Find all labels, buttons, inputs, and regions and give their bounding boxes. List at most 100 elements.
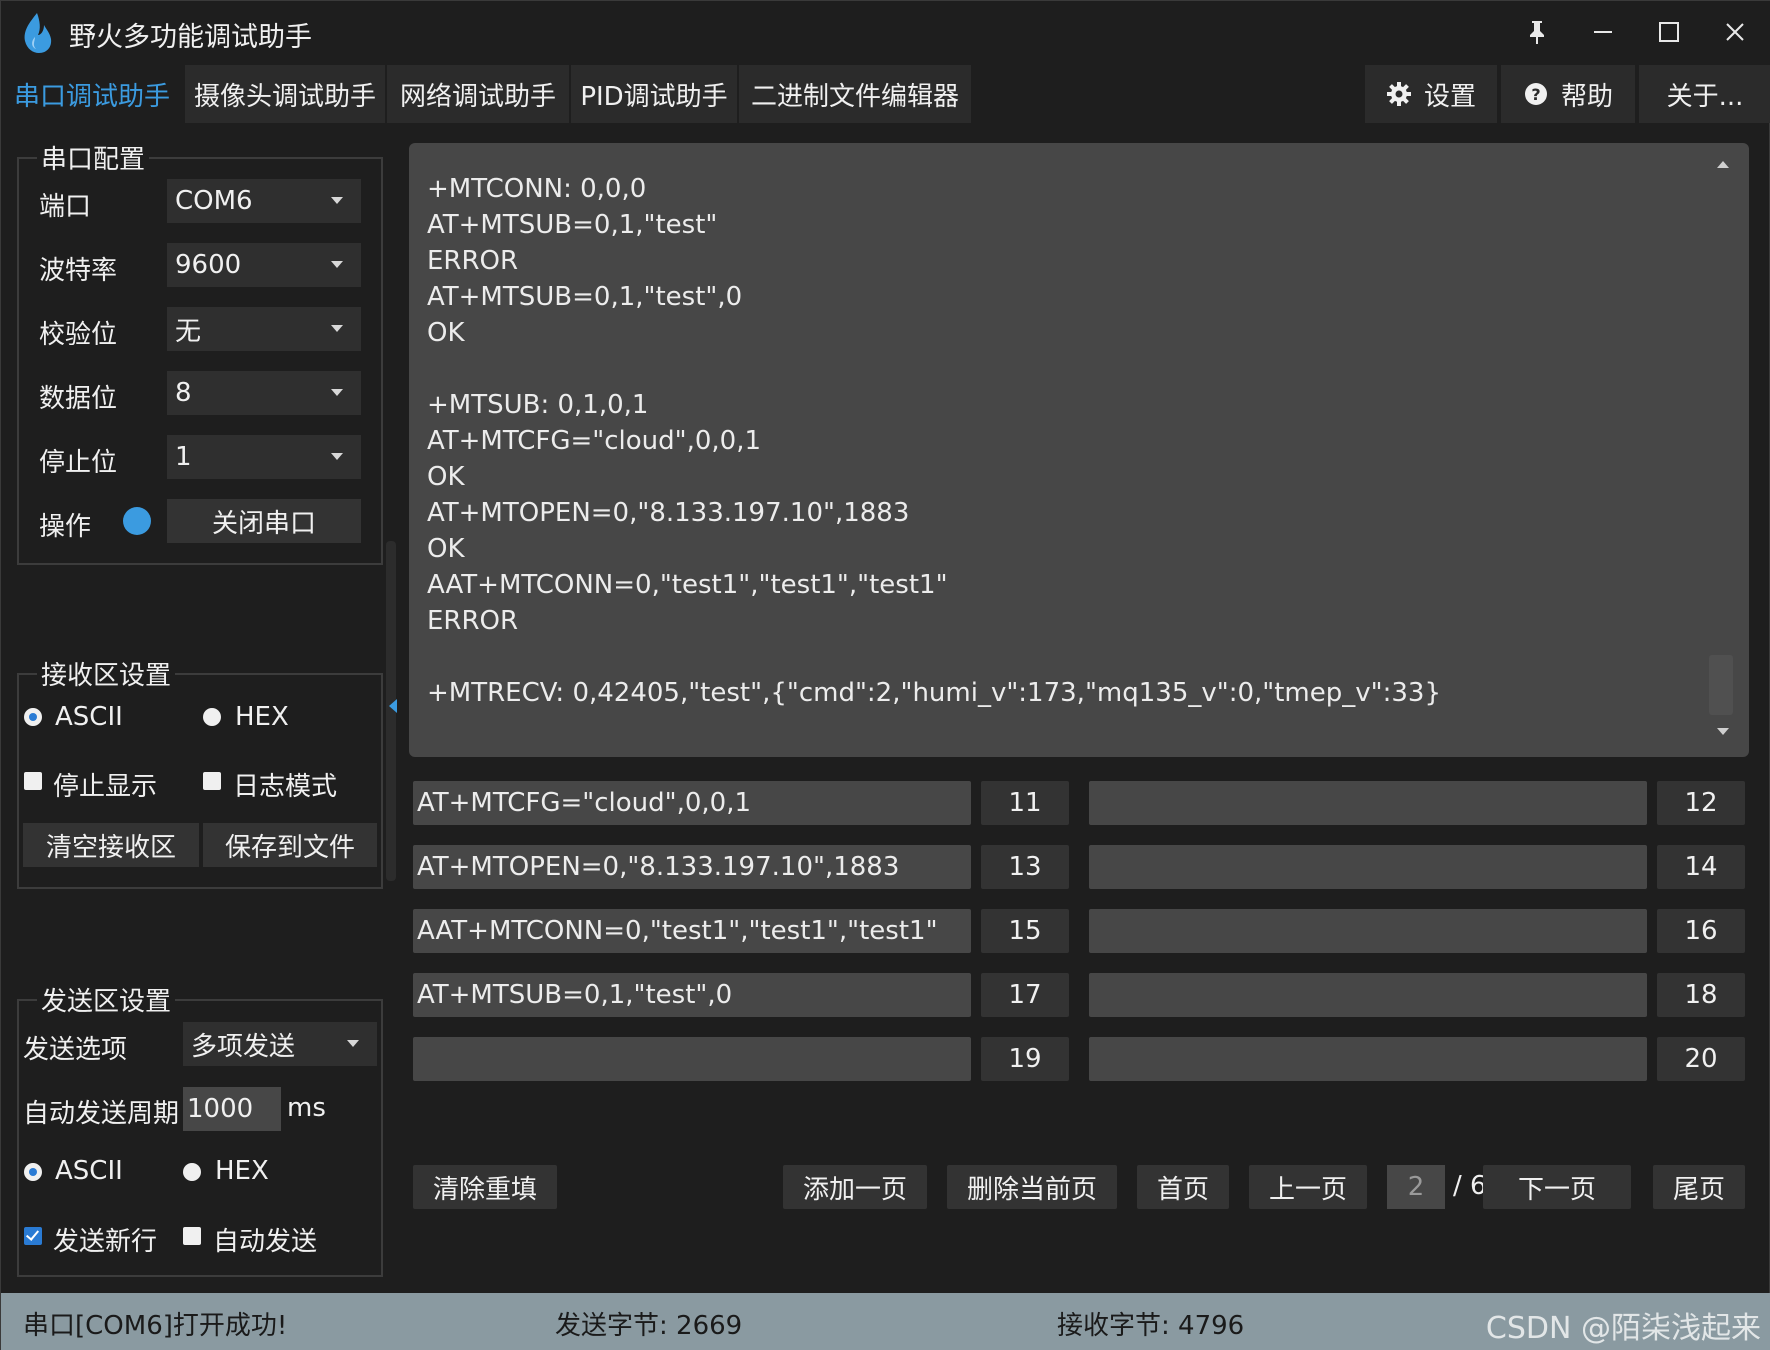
save-to-file-button[interactable]: 保存到文件 — [203, 823, 377, 867]
received-bytes: 接收字节: 4796 — [1057, 1311, 1245, 1341]
status-message: 串口[COM6]打开成功! — [23, 1311, 288, 1341]
send-button-16[interactable]: 16 — [1657, 909, 1745, 953]
first-page-button[interactable]: 首页 — [1137, 1165, 1229, 1209]
send-button-17[interactable]: 17 — [981, 973, 1069, 1017]
receive-text: +MTCONN: 0,0,0 AT+MTSUB=0,1,"test" ERROR… — [427, 174, 1441, 708]
stopbits-value: 1 — [175, 442, 192, 472]
baud-label: 波特率 — [39, 256, 118, 286]
send-button-15[interactable]: 15 — [981, 909, 1069, 953]
send-option-value: 多项发送 — [191, 1031, 296, 1062]
stopbits-select[interactable]: 1 — [167, 435, 361, 479]
serial-config-title: 串口配置 — [37, 139, 150, 176]
port-value: COM6 — [175, 186, 253, 216]
scrollbar-thumb[interactable] — [1709, 655, 1733, 715]
settings-button[interactable]: 设置 — [1365, 65, 1497, 123]
close-icon — [1726, 23, 1744, 41]
flame-logo-icon — [24, 13, 52, 53]
send-input-12[interactable] — [1089, 781, 1647, 825]
parity-label: 校验位 — [39, 320, 118, 350]
send-button-20[interactable]: 20 — [1657, 1037, 1745, 1081]
tab-pid[interactable]: PID调试助手 — [571, 65, 737, 123]
receive-ascii-label: ASCII — [55, 702, 123, 732]
send-hex-radio[interactable] — [183, 1163, 201, 1181]
send-input-17[interactable]: AT+MTSUB=0,1,"test",0 — [413, 973, 971, 1017]
maximize-icon — [1659, 22, 1679, 42]
send-ascii-label: ASCII — [55, 1156, 123, 1186]
parity-value: 无 — [175, 316, 202, 347]
csdn-watermark: CSDN @陌柒浅起来 — [1485, 1311, 1761, 1346]
receive-settings-title: 接收区设置 — [37, 655, 176, 692]
send-button-14[interactable]: 14 — [1657, 845, 1745, 889]
next-page-button[interactable]: 下一页 — [1483, 1165, 1631, 1209]
port-status-led — [123, 507, 151, 535]
databits-select[interactable]: 8 — [167, 371, 361, 415]
send-hex-label: HEX — [215, 1156, 269, 1186]
page-number-input[interactable]: 2 — [1387, 1165, 1445, 1209]
send-input-19[interactable] — [413, 1037, 971, 1081]
send-input-20[interactable] — [1089, 1037, 1647, 1081]
send-ascii-radio[interactable] — [24, 1163, 42, 1181]
receive-area[interactable]: +MTCONN: 0,0,0 AT+MTSUB=0,1,"test" ERROR… — [409, 143, 1749, 757]
title-bar: 野火多功能调试助手 — [1, 1, 1770, 63]
parity-select[interactable]: 无 — [167, 307, 361, 351]
close-port-button[interactable]: 关闭串口 — [167, 499, 361, 543]
send-option-select[interactable]: 多项发送 — [183, 1022, 377, 1066]
auto-send-label: 自动发送 — [213, 1227, 318, 1257]
send-settings-title: 发送区设置 — [37, 981, 176, 1018]
receive-ascii-radio[interactable] — [24, 708, 42, 726]
chevron-down-icon — [331, 453, 343, 460]
stop-display-checkbox[interactable] — [24, 772, 42, 790]
tab-bar: 串口调试助手 摄像头调试助手 网络调试助手 PID调试助手 二进制文件编辑器 设… — [1, 63, 1770, 123]
tab-binary-editor[interactable]: 二进制文件编辑器 — [739, 65, 971, 123]
stopbits-label: 停止位 — [39, 448, 118, 478]
send-button-11[interactable]: 11 — [981, 781, 1069, 825]
baud-select[interactable]: 9600 — [167, 243, 361, 287]
minimize-button[interactable] — [1575, 9, 1631, 55]
tab-camera[interactable]: 摄像头调试助手 — [185, 65, 385, 123]
send-input-16[interactable] — [1089, 909, 1647, 953]
close-button[interactable] — [1707, 9, 1763, 55]
add-page-button[interactable]: 添加一页 — [783, 1165, 927, 1209]
port-label: 端口 — [39, 192, 92, 222]
minimize-icon — [1594, 31, 1612, 33]
prev-page-button[interactable]: 上一页 — [1249, 1165, 1367, 1209]
send-button-19[interactable]: 19 — [981, 1037, 1069, 1081]
send-input-14[interactable] — [1089, 845, 1647, 889]
send-input-13[interactable]: AT+MTOPEN=0,"8.133.197.10",1883 — [413, 845, 971, 889]
collapse-arrow-icon[interactable] — [389, 699, 397, 713]
scroll-up-icon[interactable] — [1717, 161, 1729, 168]
auto-send-checkbox[interactable] — [183, 1227, 201, 1245]
help-label: 帮助 — [1560, 81, 1613, 112]
tab-network[interactable]: 网络调试助手 — [387, 65, 569, 123]
send-input-15[interactable]: AAT+MTCONN=0,"test1","test1","test1" — [413, 909, 971, 953]
send-button-18[interactable]: 18 — [1657, 973, 1745, 1017]
scroll-down-icon[interactable] — [1717, 728, 1729, 735]
send-input-11[interactable]: AT+MTCFG="cloud",0,0,1 — [413, 781, 971, 825]
chevron-down-icon — [347, 1040, 359, 1047]
send-input-18[interactable] — [1089, 973, 1647, 1017]
last-page-button[interactable]: 尾页 — [1653, 1165, 1745, 1209]
send-button-13[interactable]: 13 — [981, 845, 1069, 889]
delete-page-button[interactable]: 删除当前页 — [947, 1165, 1117, 1209]
receive-hex-radio[interactable] — [203, 708, 221, 726]
help-button[interactable]: ? 帮助 — [1501, 65, 1635, 123]
send-newline-checkbox[interactable] — [24, 1227, 42, 1245]
pin-button[interactable] — [1509, 9, 1565, 55]
sent-bytes: 发送字节: 2669 — [555, 1311, 743, 1341]
auto-period-input[interactable]: 1000 — [183, 1087, 281, 1131]
maximize-button[interactable] — [1641, 9, 1697, 55]
clear-receive-button[interactable]: 清空接收区 — [23, 823, 199, 867]
about-button[interactable]: 关于... — [1639, 65, 1770, 123]
chevron-down-icon — [331, 389, 343, 396]
baud-value: 9600 — [175, 250, 242, 280]
log-mode-checkbox[interactable] — [203, 772, 221, 790]
app-window: 野火多功能调试助手 串口调试助手 摄像头调试助手 网络调试助手 PID调试助手 … — [0, 0, 1770, 1350]
status-bar: 串口[COM6]打开成功! 发送字节: 2669 接收字节: 4796 CSDN… — [1, 1293, 1770, 1350]
svg-text:?: ? — [1531, 85, 1540, 104]
port-select[interactable]: COM6 — [167, 179, 361, 223]
settings-label: 设置 — [1423, 81, 1476, 112]
tab-serial[interactable]: 串口调试助手 — [1, 65, 183, 123]
receive-hex-label: HEX — [235, 702, 289, 732]
clear-refill-button[interactable]: 清除重填 — [413, 1165, 557, 1209]
send-button-12[interactable]: 12 — [1657, 781, 1745, 825]
